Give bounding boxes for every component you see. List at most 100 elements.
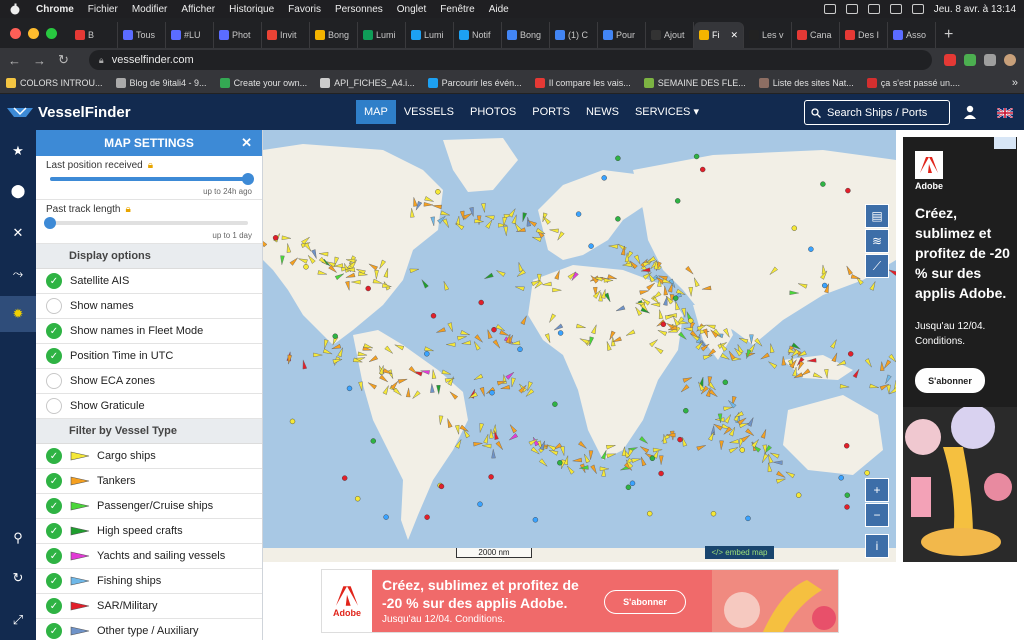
port-marker[interactable] [673, 295, 679, 301]
browser-tab[interactable]: Asso [888, 22, 936, 48]
checked-icon[interactable]: ✓ [46, 498, 62, 514]
embed-map-button[interactable]: </> embed map [705, 546, 774, 559]
port-marker[interactable] [791, 225, 797, 231]
zoom-in-button[interactable]: + [865, 478, 889, 502]
display-option[interactable]: Show names [36, 294, 262, 319]
status-battery-icon[interactable] [845, 4, 858, 14]
port-marker[interactable] [848, 351, 854, 357]
port-marker[interactable] [844, 443, 850, 449]
user-icon[interactable] [963, 105, 977, 119]
weather-layer-button[interactable]: ≋ [865, 229, 889, 253]
checked-icon[interactable]: ✓ [46, 548, 62, 564]
port-marker[interactable] [864, 470, 870, 476]
checked-icon[interactable]: ✓ [46, 473, 62, 489]
nav-photos[interactable]: PHOTOS [462, 100, 524, 124]
ship-search-input[interactable]: Search Ships / Ports [804, 100, 950, 125]
port-marker[interactable] [303, 264, 309, 270]
browser-tab[interactable]: Lumi [406, 22, 454, 48]
port-marker[interactable] [557, 460, 563, 466]
bookmark-item[interactable]: SEMAINE DES FLE... [643, 77, 746, 88]
adobe-bottom-ad[interactable]: Adobe Créez, sublimez et profitez de -20… [321, 569, 839, 633]
checked-icon[interactable]: ✓ [46, 448, 62, 464]
browser-tab[interactable]: Bong [502, 22, 550, 48]
port-marker[interactable] [272, 235, 279, 241]
bookmark-item[interactable]: ça s'est passé un.... [866, 77, 960, 88]
display-option[interactable]: ✓ Show names in Fleet Mode [36, 319, 262, 344]
port-marker[interactable] [710, 511, 717, 517]
nav-news[interactable]: NEWS [578, 100, 627, 124]
vessel-type-filter[interactable]: ✓ Tankers [36, 469, 262, 494]
port-marker[interactable] [647, 510, 653, 517]
vesselfinder-logo[interactable]: VesselFinder [6, 104, 131, 121]
port-marker[interactable] [629, 480, 636, 486]
unchecked-icon[interactable] [46, 373, 62, 389]
vessel-type-filter[interactable]: ✓ Passenger/Cruise ships [36, 494, 262, 519]
route-icon[interactable]: ⤳ [0, 256, 36, 292]
port-marker[interactable] [808, 246, 814, 252]
nav-vessels[interactable]: VESSELS [396, 100, 462, 124]
nav-services[interactable]: SERVICES ▾ [627, 100, 707, 124]
vessel-type-filter[interactable]: ✓ Fishing ships [36, 569, 262, 594]
checked-icon[interactable]: ✓ [46, 523, 62, 539]
bookmark-item[interactable]: Parcourir les évén... [427, 77, 522, 88]
checked-icon[interactable]: ✓ [46, 573, 62, 589]
more-bookmarks-icon[interactable]: » [1012, 77, 1018, 89]
close-tab-icon[interactable]: ✕ [730, 30, 738, 41]
status-wifi-icon[interactable] [867, 4, 880, 14]
browser-tab[interactable]: Tous [118, 22, 166, 48]
port-marker[interactable] [557, 330, 564, 336]
port-marker[interactable] [354, 496, 361, 502]
port-marker[interactable] [588, 243, 594, 249]
port-marker[interactable] [438, 483, 445, 490]
browser-tab[interactable]: Les v [744, 22, 792, 48]
expand-icon[interactable]: ⤢ [0, 602, 36, 638]
port-marker[interactable] [844, 492, 850, 498]
menu-history[interactable]: Historique [229, 4, 274, 15]
port-marker[interactable] [675, 198, 681, 204]
port-marker[interactable] [346, 385, 353, 392]
port-marker[interactable] [838, 475, 844, 481]
browser-tab[interactable]: B [70, 22, 118, 48]
vessel-type-filter[interactable]: ✓ High speed crafts [36, 519, 262, 544]
extension-icon[interactable] [944, 54, 956, 66]
menu-edit[interactable]: Modifier [132, 4, 168, 15]
browser-tab[interactable]: Des I [840, 22, 888, 48]
checked-icon[interactable]: ✓ [46, 323, 62, 339]
bookmark-item[interactable]: COLORS INTROU... [6, 77, 103, 88]
display-option[interactable]: ✓ Position Time in UTC [36, 344, 262, 369]
port-marker[interactable] [491, 326, 497, 333]
unchecked-icon[interactable] [46, 298, 62, 314]
vessel-type-filter[interactable]: ✓ Other type / Auxiliary [36, 619, 262, 640]
unchecked-icon[interactable] [46, 398, 62, 414]
bookmark-item[interactable]: Create your own... [219, 77, 307, 88]
port-marker[interactable] [739, 447, 745, 453]
port-marker[interactable] [722, 379, 728, 386]
port-marker[interactable] [575, 211, 582, 217]
port-marker[interactable] [430, 313, 437, 319]
port-marker[interactable] [693, 153, 700, 160]
menu-tab[interactable]: Onglet [397, 4, 426, 15]
bookmark-item[interactable]: Il compare les vais... [534, 77, 631, 88]
port-marker[interactable] [820, 181, 826, 187]
vessel-type-filter[interactable]: ✓ Yachts and sailing vessels [36, 544, 262, 569]
port-marker[interactable] [289, 418, 296, 425]
port-marker[interactable] [332, 333, 338, 339]
port-marker[interactable] [365, 285, 371, 292]
browser-tab[interactable]: Invit [262, 22, 310, 48]
vessel-type-filter[interactable]: ✓ SAR/Military [36, 594, 262, 619]
port-marker[interactable] [488, 474, 494, 480]
port-marker[interactable] [424, 514, 430, 520]
pin-icon[interactable]: ⬤ [0, 173, 36, 209]
port-marker[interactable] [615, 155, 621, 161]
port-marker[interactable] [625, 484, 632, 490]
menu-view[interactable]: Afficher [181, 4, 215, 15]
last-position-slider[interactable] [50, 173, 254, 185]
antenna-icon[interactable]: ⚲ [0, 520, 36, 556]
display-option[interactable]: Show Graticule [36, 394, 262, 419]
browser-tab[interactable]: Pour [598, 22, 646, 48]
status-datetime[interactable]: Jeu. 8 avr. à 13:14 [934, 4, 1016, 15]
browser-tab[interactable]: #LU [166, 22, 214, 48]
display-option[interactable]: ✓ Satellite AIS [36, 269, 262, 294]
vessel-map[interactable]: ▤ ≋ ⟋ + − i [263, 130, 896, 562]
display-option[interactable]: Show ECA zones [36, 369, 262, 394]
